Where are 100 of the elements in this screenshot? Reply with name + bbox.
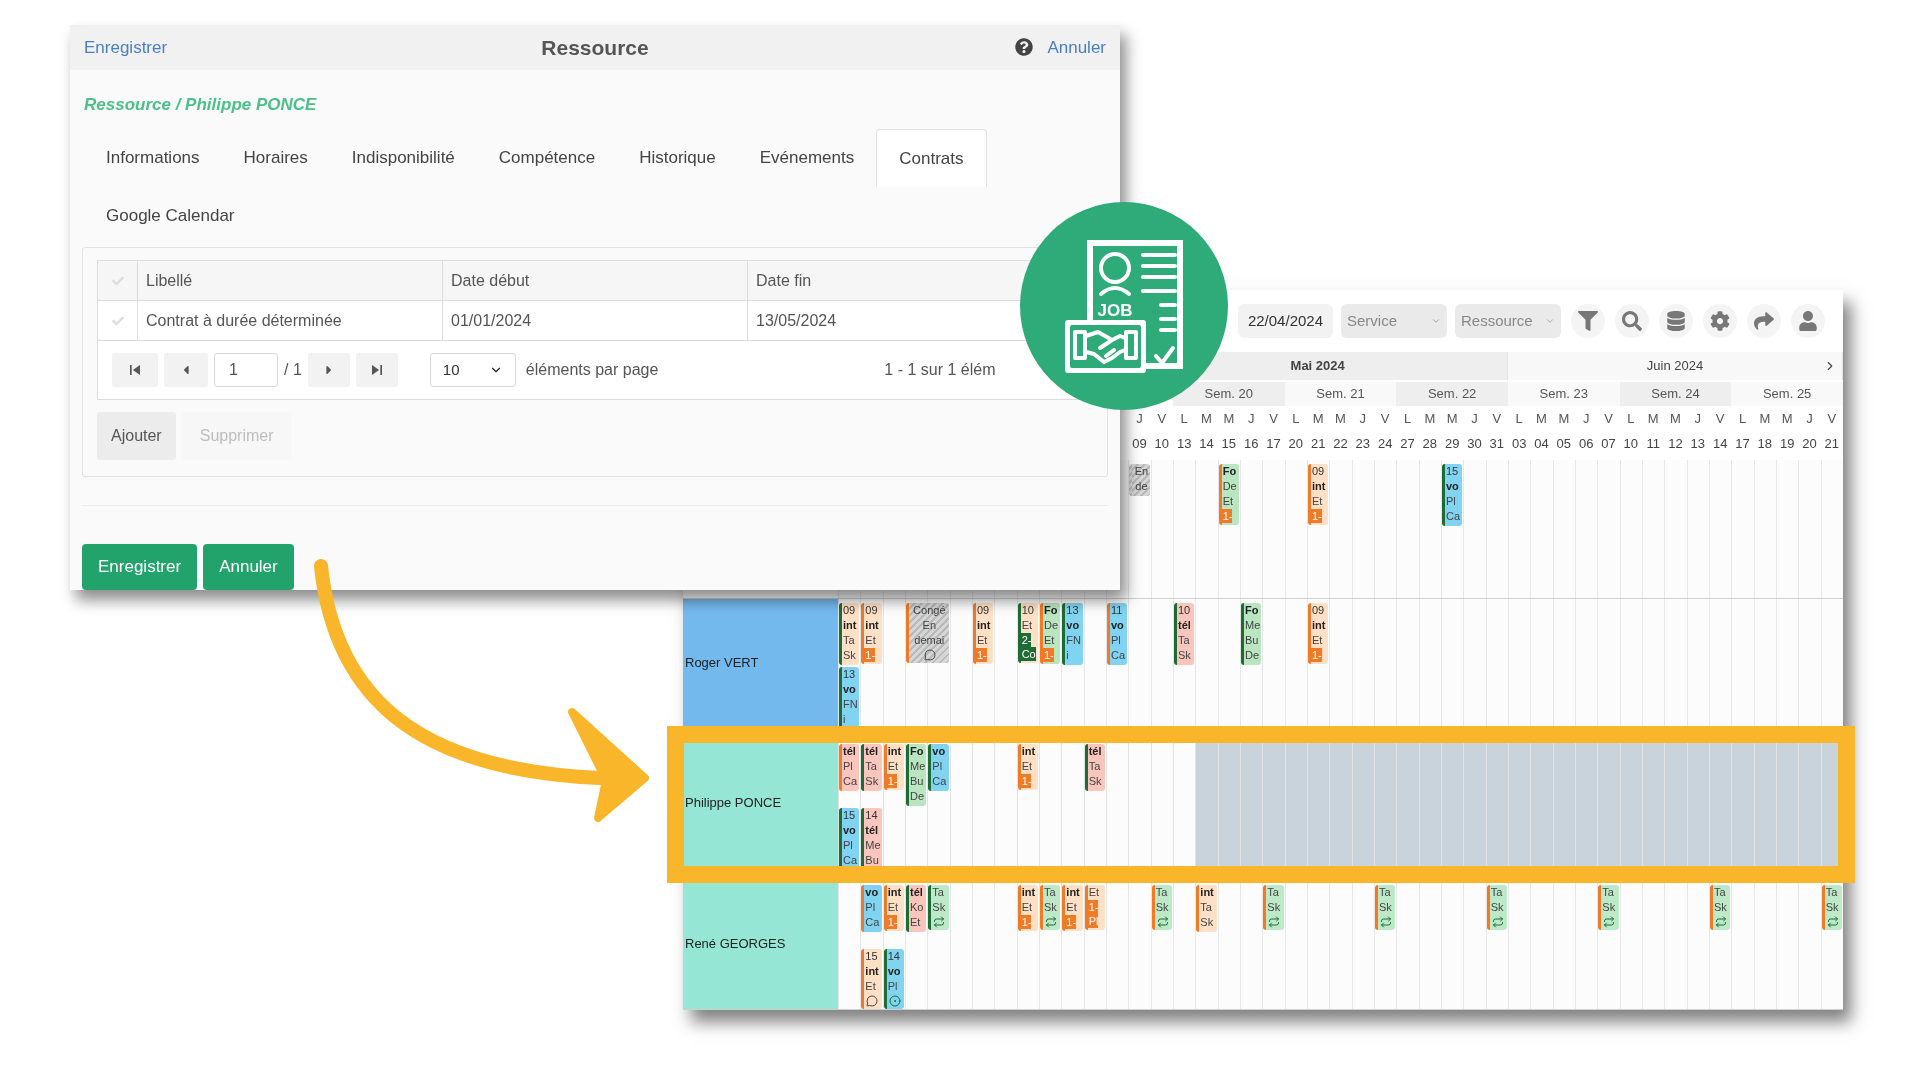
event-title: int <box>976 617 992 633</box>
event-card[interactable]: tél Ko Et <box>906 884 927 932</box>
event-card[interactable]: Ta Sk <box>1263 884 1284 930</box>
event-card[interactable]: Ta Sk <box>1040 884 1061 930</box>
tab[interactable]: Evénements <box>737 129 877 187</box>
event-text: Ta <box>1043 884 1057 900</box>
event-card[interactable]: int Et 1- <box>1062 884 1083 931</box>
event-card[interactable]: tél Pl Ca <box>839 743 860 791</box>
event-card[interactable]: Ta Sk <box>1821 884 1842 930</box>
event-card[interactable]: Fo Me Bu De <box>906 743 927 806</box>
event-card[interactable]: 13 vo FN i <box>1062 602 1083 665</box>
event-card[interactable]: 15 int Et <box>861 948 882 1009</box>
event-card[interactable]: vo Pl Ca <box>861 884 882 932</box>
event-card[interactable]: Fo Me Bu De <box>1241 602 1262 665</box>
event-card[interactable]: 09 int Et 1- <box>861 602 882 664</box>
select-all-check-icon[interactable] <box>111 274 124 287</box>
tab[interactable]: Horaires <box>221 129 330 187</box>
event-card[interactable]: 09 int Et 1- <box>1308 602 1329 664</box>
first-page-button[interactable] <box>112 353 158 387</box>
event-text: Me <box>864 837 882 853</box>
event-card[interactable]: Fo De Et 1- <box>1040 602 1061 664</box>
last-page-button[interactable] <box>355 353 398 387</box>
event-text: Ko <box>909 899 925 915</box>
event-title: int <box>864 963 880 979</box>
event-title: tél <box>864 743 880 759</box>
per-page-select[interactable]: 10 <box>429 353 516 387</box>
event-card[interactable]: En de <box>1129 463 1150 496</box>
event-card[interactable]: Ta Sk <box>1710 884 1731 930</box>
day-letter: J <box>1805 409 1814 428</box>
search-button[interactable] <box>1615 303 1649 338</box>
event-card[interactable]: tél Ta Sk <box>1084 743 1105 791</box>
event-card[interactable]: Ta Sk <box>1151 884 1172 930</box>
event-text: Ta <box>1378 884 1392 900</box>
help-icon[interactable] <box>1015 38 1034 57</box>
event-card[interactable]: Ta Sk <box>928 884 949 930</box>
settings-button[interactable] <box>1703 303 1737 338</box>
event-card[interactable]: 11 vo Pl Ca <box>1107 602 1128 665</box>
event-card[interactable]: tél Ta Sk <box>861 743 882 791</box>
day-number: 20 <box>1801 434 1818 453</box>
event-text: Et <box>1311 493 1324 509</box>
user-button[interactable] <box>1791 303 1825 338</box>
event-text: Ta <box>1266 884 1280 900</box>
event-card[interactable]: int Et 1- <box>883 743 904 790</box>
tab[interactable]: Google Calendar <box>84 187 257 245</box>
day-letter: M <box>1535 409 1548 428</box>
day-number: 03 <box>1510 434 1528 453</box>
row-check-icon[interactable] <box>111 314 124 327</box>
event-card[interactable]: Ta Sk <box>1486 884 1507 930</box>
header-save-link[interactable]: Enregistrer <box>84 34 168 60</box>
day-letter: M <box>1646 409 1660 428</box>
tab[interactable]: Historique <box>617 129 738 187</box>
header-cancel-link[interactable]: Annuler <box>1047 34 1106 60</box>
dialog-title: Ressource <box>541 34 649 61</box>
event-title: int <box>1311 478 1327 494</box>
action-button[interactable]: Ajouter <box>97 412 176 460</box>
event-text: Ta <box>1199 899 1213 915</box>
tab[interactable]: Contrats <box>876 129 987 187</box>
event-card[interactable]: int Ta Sk <box>1196 884 1217 932</box>
page-field[interactable]: 1 <box>214 353 278 387</box>
database-button[interactable] <box>1659 303 1693 338</box>
day-letter: J <box>1246 409 1256 428</box>
share-button[interactable] <box>1747 303 1781 338</box>
event-card[interactable]: Et 1- Pl <box>1084 884 1105 930</box>
event-card[interactable]: vo Pl Ca <box>928 743 949 791</box>
day-letter: M <box>1222 409 1236 428</box>
event-text: FN <box>1065 632 1082 648</box>
event-card[interactable]: int Et 1- <box>883 884 904 931</box>
event-card[interactable]: 09 int Et 1- <box>973 602 994 664</box>
event-text: Sk <box>1378 899 1393 915</box>
event-card[interactable]: 09 int Et 1- <box>1308 463 1329 525</box>
day-number: 31 <box>1488 434 1506 453</box>
filter-button[interactable] <box>1571 303 1605 338</box>
event-text: Pl <box>931 758 944 774</box>
event-card[interactable]: int Et 1- <box>1017 743 1038 790</box>
event-card[interactable]: 09 int Ta Sk <box>839 602 860 665</box>
day-number: 12 <box>1667 434 1684 453</box>
tab[interactable]: Indisponibilité <box>329 129 477 187</box>
event-title: vo <box>864 884 880 900</box>
event-card[interactable]: Fo De Et 1- <box>1218 463 1239 525</box>
event-card[interactable]: int Et 1- <box>1017 884 1038 931</box>
event-card[interactable]: 10 Et 2- Co <box>1017 602 1038 663</box>
event-title: int <box>1311 617 1327 633</box>
event-card[interactable]: Ta Sk <box>1598 884 1619 930</box>
event-text: i <box>1065 647 1070 663</box>
event-card[interactable]: 13 vo FN i <box>839 666 860 729</box>
event-text: De <box>1043 617 1060 633</box>
date-field[interactable]: 22/04/2024 <box>1237 303 1333 338</box>
event-text: Sk <box>1199 914 1215 930</box>
target-icon <box>888 994 901 1007</box>
tab[interactable]: Informations <box>84 129 222 187</box>
event-card[interactable]: Ta Sk <box>1375 884 1396 930</box>
event-text: de <box>1134 478 1148 494</box>
event-text: Et <box>864 632 877 648</box>
event-card[interactable]: 14 vo Pl <box>883 948 904 1009</box>
event-card[interactable]: 10 tél Ta Sk <box>1174 602 1195 665</box>
event-tag: 1- <box>886 914 898 929</box>
tab[interactable]: Compétence <box>476 129 618 187</box>
event-card[interactable]: Congé En demai <box>906 602 949 663</box>
day-letter: J <box>1581 409 1591 428</box>
event-card[interactable]: 15 vo Pl Ca <box>1442 463 1463 526</box>
